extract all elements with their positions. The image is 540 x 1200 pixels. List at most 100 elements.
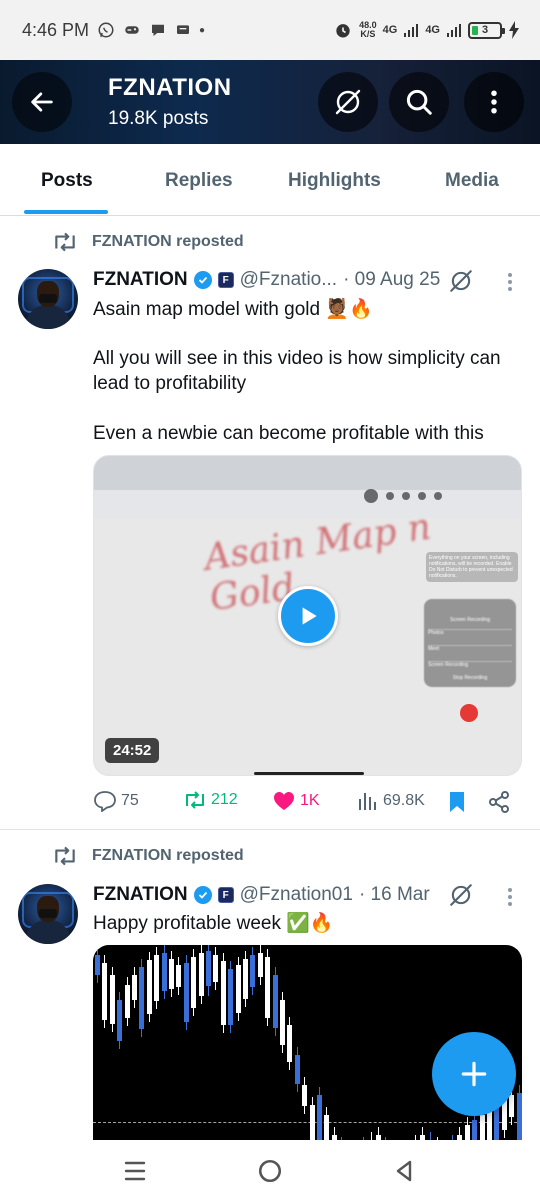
post-more-button[interactable] — [500, 886, 520, 913]
status-right: 48.0 K/S 4G 4G 3 — [333, 0, 520, 60]
post-count: 19.8K posts — [108, 108, 209, 129]
status-time: 4:46 PM — [22, 19, 90, 40]
verified-badge-icon — [193, 271, 212, 289]
tab-media[interactable]: Media — [445, 170, 499, 192]
system-nav-bar — [0, 1140, 540, 1200]
menu-icon — [124, 1161, 146, 1181]
post-header: FZNATION F @Fznation01 · 16 Mar — [93, 884, 430, 906]
back-button[interactable] — [12, 72, 72, 132]
signal-icon — [404, 24, 419, 37]
chart-wick — [304, 1077, 306, 1114]
post-text-line: Happy profitable week ✅🔥 — [93, 913, 334, 934]
post-grok-button[interactable] — [448, 882, 474, 913]
more-options-button[interactable] — [464, 72, 524, 132]
video-frame-tools — [364, 489, 442, 503]
post-header: FZNATION F @Fznatio... · 09 Aug 25 — [93, 269, 440, 291]
home-circle-icon — [258, 1159, 282, 1183]
game-controller-icon — [125, 26, 139, 34]
search-button[interactable] — [389, 72, 449, 132]
chart-wick — [141, 959, 143, 1037]
chart-wick — [274, 967, 276, 1036]
signal-icon-2 — [447, 24, 461, 37]
chart-wick — [281, 992, 283, 1053]
more-notifications-icon: ● — [199, 24, 206, 36]
more-vertical-icon — [491, 90, 497, 114]
bookmark-icon — [450, 792, 464, 812]
video-recording-note: Everything on your screen, including not… — [426, 552, 518, 582]
bookmark-button[interactable] — [447, 790, 467, 814]
views-count: 69.8K — [383, 792, 425, 809]
reply-icon — [94, 791, 116, 812]
author-name[interactable]: FZNATION — [93, 269, 188, 291]
grok-icon — [450, 884, 472, 906]
share-icon — [489, 791, 509, 813]
search-icon — [406, 89, 432, 115]
grok-button[interactable] — [318, 72, 378, 132]
video-panel-item: Meet — [428, 645, 512, 661]
whatsapp-icon — [98, 22, 114, 38]
grok-icon — [335, 89, 361, 115]
post-more-button[interactable] — [500, 271, 520, 298]
like-button[interactable]: 1K — [272, 790, 320, 812]
video-recording-panel: Screen Recording Photos Meet Screen Reco… — [424, 599, 516, 687]
play-button[interactable] — [278, 586, 338, 646]
chart-wick — [178, 957, 180, 995]
post-grok-button[interactable] — [448, 268, 474, 299]
avatar[interactable] — [18, 269, 78, 329]
post-text-line: Even a newbie can become profitable with… — [93, 423, 484, 444]
chart-wick — [170, 951, 172, 997]
chart-wick — [222, 953, 224, 1033]
back-nav-button[interactable] — [389, 1156, 419, 1186]
reply-button[interactable]: 75 — [93, 790, 139, 812]
chart-price-line — [93, 1122, 522, 1123]
tab-posts[interactable]: Posts — [41, 170, 93, 192]
compose-button[interactable] — [432, 1032, 516, 1116]
chart-wick — [252, 947, 254, 995]
author-handle[interactable]: @Fznation01 — [240, 884, 353, 906]
reply-count: 75 — [121, 792, 139, 809]
tab-replies[interactable]: Replies — [165, 170, 233, 192]
repost-count: 212 — [211, 791, 238, 808]
chart-wick — [230, 961, 232, 1033]
post-date: · 16 Mar — [358, 884, 430, 905]
affiliate-badge-icon: F — [217, 887, 234, 903]
chart-wick — [237, 957, 239, 1021]
status-bar: 4:46 PM ● 48.0 K/S 4G 4G 3 — [0, 0, 540, 60]
repost-icon — [186, 791, 204, 809]
chart-wick — [215, 947, 217, 990]
plus-icon — [461, 1061, 487, 1087]
post-date: · 09 Aug 25 — [343, 269, 441, 290]
chart-wick — [163, 945, 165, 999]
repost-indicator: FZNATION reposted — [52, 231, 244, 253]
chart-wick — [289, 1017, 291, 1070]
post-divider — [0, 829, 540, 830]
video-scrubber[interactable] — [254, 772, 364, 775]
recent-apps-button[interactable] — [120, 1156, 150, 1186]
avatar[interactable] — [18, 884, 78, 944]
views-button[interactable]: 69.8K — [357, 790, 425, 812]
battery-level: 3 — [481, 24, 489, 36]
author-name[interactable]: FZNATION — [93, 884, 188, 906]
profile-title: FZNATION — [108, 74, 232, 101]
profile-tabs: Posts Replies Highlights Media — [0, 144, 540, 216]
network-type-1: 4G — [382, 24, 398, 36]
video-frame-topbar — [94, 456, 521, 490]
chart-wick — [267, 949, 269, 1026]
chat-bubble-icon — [152, 24, 165, 36]
video-panel-action: Stop Recording — [452, 675, 488, 681]
repost-button[interactable]: 212 — [183, 790, 238, 810]
video-panel-item: Photos — [428, 629, 512, 645]
more-vertical-icon — [508, 273, 512, 291]
chart-wick — [133, 967, 135, 1008]
repost-label: FZNATION reposted — [92, 233, 244, 250]
author-handle[interactable]: @Fznatio... — [240, 269, 337, 291]
tab-highlights[interactable]: Highlights — [288, 170, 381, 192]
video-record-dot — [460, 704, 478, 722]
video-player[interactable]: Asain Map n Gold Everything on your scre… — [93, 455, 522, 776]
video-duration: 24:52 — [105, 738, 160, 763]
avatar-mask — [39, 909, 57, 918]
share-button[interactable] — [487, 790, 511, 814]
chart-wick — [259, 945, 261, 985]
home-button[interactable] — [255, 1156, 285, 1186]
chart-wick — [193, 949, 195, 1016]
